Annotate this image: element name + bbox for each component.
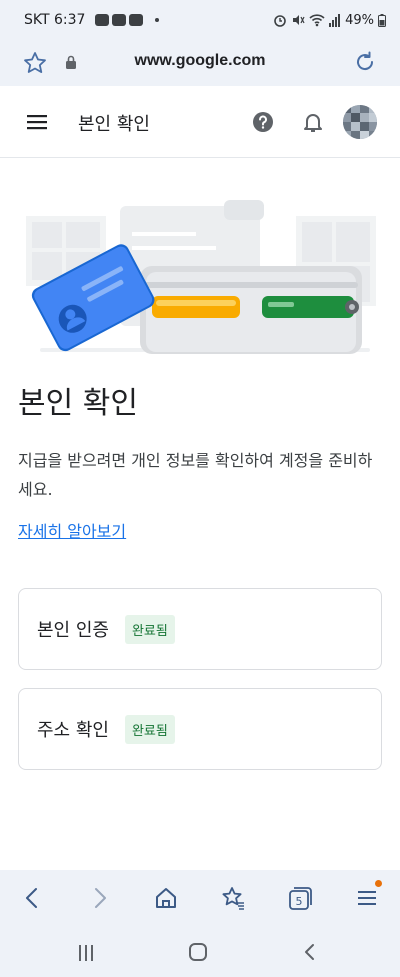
- identity-verification-card[interactable]: 본인 인증 완료됨: [18, 588, 382, 670]
- chat-icon: [112, 14, 127, 26]
- menu-notification-dot: [375, 880, 382, 887]
- recents-icon[interactable]: [74, 940, 98, 964]
- bell-icon[interactable]: [299, 108, 327, 136]
- forward-icon[interactable]: [86, 884, 114, 912]
- status-badge: 완료됨: [124, 614, 175, 644]
- status-left: SKT 6:37: [24, 12, 160, 28]
- message-icon: [95, 14, 110, 26]
- status-bar: SKT 6:37 49%: [0, 0, 400, 40]
- battery-icon: [378, 13, 386, 27]
- page-title: 본인 확인: [18, 386, 138, 421]
- notification-icons: [95, 14, 144, 26]
- system-navigation-bar: [0, 926, 400, 977]
- learn-more-link[interactable]: 자세히 알아보기: [18, 518, 126, 542]
- browser-bottom-toolbar: 5: [0, 870, 400, 926]
- bookmarks-icon[interactable]: [219, 884, 247, 912]
- wifi-icon: [309, 14, 325, 27]
- signal-icon: [329, 13, 341, 27]
- identity-verification-illustration: [26, 200, 376, 354]
- help-icon[interactable]: [249, 108, 277, 136]
- home-circle-icon[interactable]: [186, 940, 210, 964]
- menu-icon[interactable]: [24, 110, 50, 134]
- pay-icon: [129, 14, 144, 26]
- browser-address-bar: www.google.com: [0, 40, 400, 86]
- card-label: 본인 인증: [37, 620, 109, 641]
- alarm-icon: [274, 15, 286, 27]
- battery-percent: 49%: [345, 12, 374, 28]
- tabs-icon[interactable]: 5: [286, 884, 314, 912]
- address-verification-card[interactable]: 주소 확인 완료됨: [18, 688, 382, 770]
- carrier-time: SKT 6:37: [24, 12, 86, 28]
- avatar[interactable]: [343, 105, 377, 139]
- home-icon[interactable]: [152, 884, 180, 912]
- url-text[interactable]: www.google.com: [0, 52, 400, 70]
- mute-icon: [293, 15, 305, 25]
- tab-count: 5: [296, 895, 303, 908]
- status-badge: 완료됨: [124, 714, 175, 744]
- page-description: 지급을 받으려면 개인 정보를 확인하여 계정을 준비하세요.: [18, 451, 373, 499]
- status-right: 49%: [273, 13, 386, 28]
- header-title: 본인 확인: [78, 114, 150, 135]
- app-header: 본인 확인: [0, 86, 400, 158]
- back-chevron-icon[interactable]: [298, 940, 322, 964]
- more-notifications-icon: [155, 18, 160, 22]
- card-label: 주소 확인: [37, 720, 109, 741]
- menu-icon[interactable]: [353, 884, 381, 912]
- reload-icon[interactable]: [352, 49, 378, 75]
- back-icon[interactable]: [18, 884, 46, 912]
